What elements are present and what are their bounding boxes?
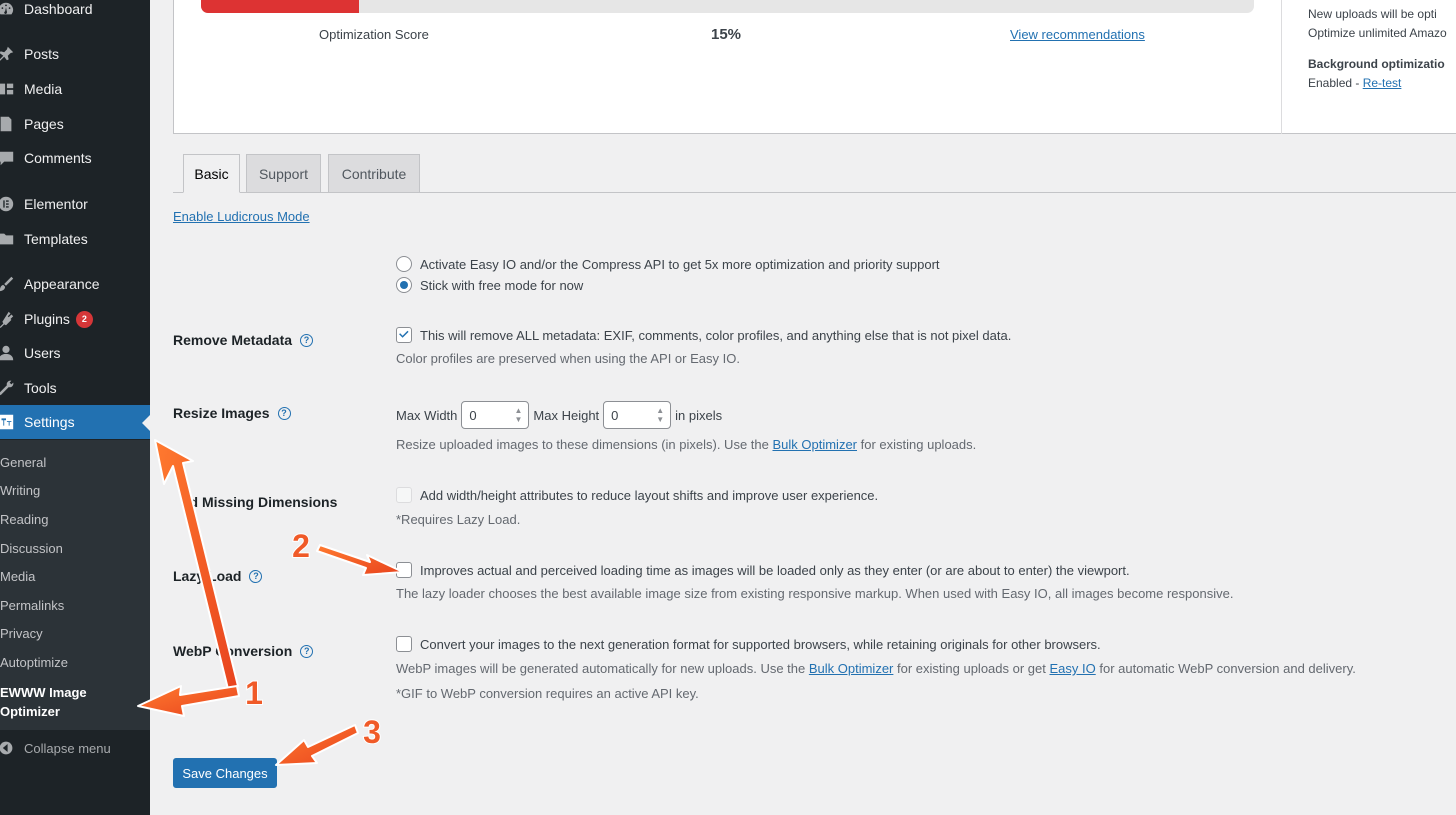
add-missing-dimensions-field: Add width/height attributes to reduce la… [396,487,878,503]
status-line-amazon: Optimize unlimited Amazo [1308,26,1447,40]
submenu-autoptimize[interactable]: Autoptimize [0,655,150,670]
view-recommendations-link[interactable]: View recommendations [1010,27,1145,42]
submenu-ewww-image-optimizer[interactable]: EWWW Image Optimizer [0,683,110,721]
webp-conversion-checkbox[interactable] [396,636,412,652]
submenu-privacy[interactable]: Privacy [0,626,150,641]
sidebar-item-pages[interactable]: Pages [0,107,150,141]
submenu-writing[interactable]: Writing [0,483,150,498]
remove-metadata-checkbox[interactable] [396,327,412,343]
collapse-arrow-icon [0,740,16,756]
sidebar-item-users[interactable]: Users [0,336,150,370]
plugin-icon [0,309,16,329]
help-icon[interactable]: ? [300,333,314,347]
webp-conversion-label: WebP Conversion? [173,643,314,659]
admin-sidebar: Dashboard Posts Media Pages Comments Ele… [0,0,150,815]
lazy-load-field: Improves actual and perceived loading ti… [396,562,1130,578]
resize-images-label: Resize Images? [173,405,291,421]
brush-icon [0,274,16,294]
max-height-input[interactable]: 0 ▲ ▼ [603,401,672,429]
tab-basic[interactable]: Basic [183,154,240,193]
submenu-media[interactable]: Media [0,569,150,584]
optimization-score-card: Optimization Score 15% View recommendati… [173,0,1456,134]
optimization-score-bar [201,0,1254,13]
settings-submenu: General Writing Reading Discussion Media… [0,440,150,730]
lazy-load-description: The lazy loader chooses the best availab… [396,586,1234,601]
activate-api-radio[interactable] [396,256,412,272]
max-width-input[interactable]: 0 ▲ ▼ [461,401,530,429]
spinner-icon[interactable]: ▲ ▼ [512,406,524,424]
spinner-icon[interactable]: ▲ ▼ [654,406,666,424]
sidebar-item-media[interactable]: Media [0,72,150,106]
sidebar-item-appearance[interactable]: Appearance [0,267,150,301]
help-icon[interactable]: ? [249,569,263,583]
status-line-uploads: New uploads will be opti [1308,7,1437,21]
webp-conversion-field: Convert your images to the next generati… [396,636,1101,652]
comment-icon [0,148,16,168]
bulk-optimizer-link[interactable]: Bulk Optimizer [772,437,857,452]
media-icon [0,79,16,99]
retest-link[interactable]: Re-test [1363,76,1402,90]
lazy-load-checkbox[interactable] [396,562,412,578]
card-divider [1281,0,1282,134]
step-number-1: 1 [245,675,263,711]
webp-description: WebP images will be generated automatica… [396,661,1356,676]
remove-metadata-field: This will remove ALL metadata: EXIF, com… [396,327,1011,343]
tab-contribute[interactable]: Contribute [328,154,420,193]
dashboard-icon [0,0,16,19]
enable-ludicrous-mode-link[interactable]: Enable Ludicrous Mode [173,209,310,224]
optimization-score-fill [201,0,359,13]
free-mode-radio[interactable] [396,277,412,293]
add-dimensions-checkbox[interactable] [396,487,412,503]
remove-metadata-label: Remove Metadata? [173,332,314,348]
step-number-2: 2 [292,528,310,564]
mode-option-activate: Activate Easy IO and/or the Compress API… [396,256,940,272]
plugin-update-badge: 2 [75,310,93,328]
sidebar-item-settings[interactable]: Settings [0,405,150,439]
settings-icon [0,412,16,432]
elementor-icon [0,194,16,214]
background-optimization-status: Enabled - Re-test [1308,76,1402,90]
easy-io-link[interactable]: Easy IO [1049,661,1095,676]
resize-images-description: Resize uploaded images to these dimensio… [396,437,977,452]
save-changes-button[interactable]: Save Changes [173,758,277,788]
mode-option-free: Stick with free mode for now [396,277,583,293]
wrench-icon [0,378,16,398]
arrow-to-lazy-load [316,544,404,576]
sidebar-item-templates[interactable]: Templates [0,222,150,256]
bulk-optimizer-link[interactable]: Bulk Optimizer [809,661,894,676]
webp-gif-note: *GIF to WebP conversion requires an acti… [396,686,699,701]
folder-icon [0,229,16,249]
step-number-3: 3 [363,714,381,750]
pages-icon [0,114,16,134]
help-icon[interactable]: ? [300,644,314,658]
submenu-general[interactable]: General [0,455,150,470]
submenu-reading[interactable]: Reading [0,512,150,527]
add-missing-dimensions-label: dd Missing Dimensions [181,494,338,510]
arrow-to-save [275,724,359,766]
sidebar-item-comments[interactable]: Comments [0,141,150,175]
help-icon[interactable]: ? [277,406,291,420]
sidebar-item-dashboard[interactable]: Dashboard [0,0,150,26]
pin-icon [0,44,16,64]
submenu-discussion[interactable]: Discussion [0,541,150,556]
resize-images-field: Max Width 0 ▲ ▼ Max Height 0 ▲ ▼ in pixels [396,401,722,429]
sidebar-item-plugins[interactable]: Plugins 2 [0,302,150,336]
add-dimensions-description: *Requires Lazy Load. [396,512,521,527]
optimization-score-value: 15% [711,26,742,43]
sidebar-item-elementor[interactable]: Elementor [0,187,150,221]
lazy-load-label: Lazy Load? [173,568,263,584]
optimization-score-label: Optimization Score [319,27,429,42]
user-icon [0,343,16,363]
remove-metadata-description: Color profiles are preserved when using … [396,351,740,366]
sidebar-item-tools[interactable]: Tools [0,371,150,405]
submenu-permalinks[interactable]: Permalinks [0,598,150,613]
sidebar-item-posts[interactable]: Posts [0,37,150,71]
status-panel: New uploads will be opti Optimize unlimi… [1308,5,1456,93]
tab-support[interactable]: Support [246,154,321,193]
collapse-menu-button[interactable]: Collapse menu [0,733,150,763]
background-optimization-title: Background optimizatio [1308,57,1445,71]
arrow-to-ewww-menu [137,685,240,717]
